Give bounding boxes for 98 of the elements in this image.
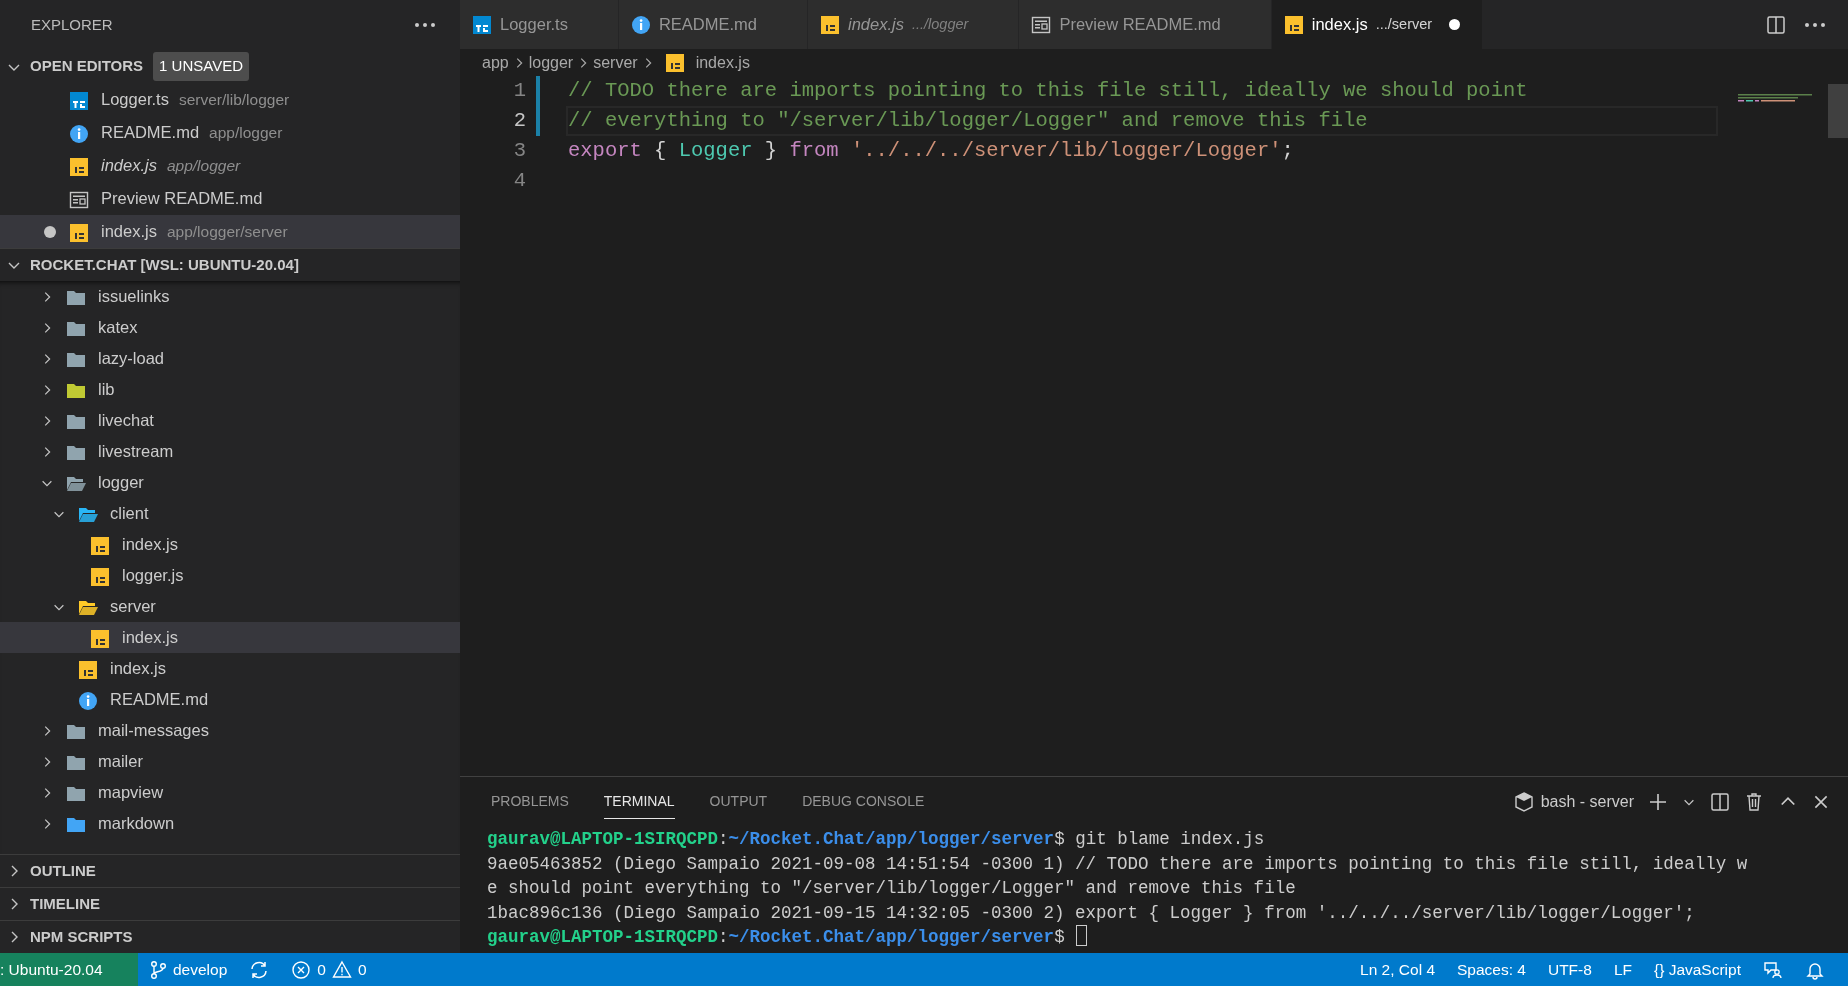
warning-icon bbox=[331, 959, 352, 980]
line-number: 3 bbox=[512, 138, 526, 164]
tree-item[interactable]: logger.js bbox=[0, 560, 460, 591]
branch-icon bbox=[149, 959, 167, 980]
tree-item[interactable]: markdown bbox=[0, 808, 460, 839]
tree-item[interactable]: lib bbox=[0, 374, 460, 405]
ts-file-icon bbox=[69, 90, 89, 111]
js-file-icon bbox=[90, 628, 110, 649]
line-number: 1 bbox=[512, 78, 526, 104]
code-line: // everything to "/server/lib/logger/Logger" and remove this file bbox=[568, 109, 1368, 132]
file-path: app/logger bbox=[209, 122, 283, 143]
ts-file-icon bbox=[472, 14, 492, 35]
feedback-icon[interactable] bbox=[1763, 959, 1783, 980]
breadcrumb-item[interactable]: logger bbox=[528, 50, 574, 75]
language-mode[interactable]: {} JavaScript bbox=[1642, 953, 1752, 986]
section-title[interactable]: OUTLINE bbox=[30, 859, 96, 883]
info-icon bbox=[630, 14, 651, 35]
terminal-line: 9ae05463852 (Diego Sampaio 2021-09-08 14:51:54 -0300 1) // TODO there are imports pointing to this file still, ideally w bbox=[487, 852, 1749, 876]
preview-icon bbox=[1031, 14, 1052, 35]
tree-item[interactable]: server bbox=[0, 591, 460, 622]
open-editor-item[interactable]: index.js app/logger/server bbox=[0, 215, 460, 248]
js-file-icon bbox=[1283, 14, 1304, 35]
problems-indicator[interactable]: 0 0 bbox=[280, 953, 378, 986]
section-title[interactable]: TIMELINE bbox=[30, 892, 100, 916]
tree-item[interactable]: issuelinks bbox=[0, 281, 460, 312]
editor-tab[interactable]: Logger.ts bbox=[460, 0, 619, 49]
status-item[interactable]: UTF-8 bbox=[1536, 953, 1603, 986]
tree-item[interactable]: katex bbox=[0, 312, 460, 343]
js-file-icon bbox=[664, 53, 685, 74]
editor-tab[interactable]: Preview README.md bbox=[1019, 0, 1272, 49]
section-title[interactable]: NPM SCRIPTS bbox=[30, 925, 133, 949]
error-icon bbox=[291, 959, 312, 980]
breadcrumb-item[interactable]: app bbox=[482, 50, 509, 75]
line-number: 4 bbox=[512, 168, 526, 194]
status-item[interactable]: Spaces: 4 bbox=[1446, 953, 1537, 986]
scrollbar-thumb[interactable] bbox=[1828, 84, 1848, 138]
tree-item[interactable]: livestream bbox=[0, 436, 460, 467]
js-file-icon bbox=[69, 222, 89, 243]
tree-item[interactable]: index.js bbox=[0, 653, 460, 684]
file-path: app/logger/server bbox=[166, 221, 288, 242]
open-editor-item[interactable]: Preview README.md bbox=[0, 182, 460, 215]
tree-item[interactable]: README.md bbox=[0, 684, 460, 715]
trash-icon[interactable] bbox=[1744, 792, 1764, 812]
js-file-icon bbox=[90, 566, 110, 587]
tree-item[interactable]: lazy-load bbox=[0, 343, 460, 374]
plus-icon[interactable] bbox=[1648, 792, 1668, 812]
js-file-icon bbox=[69, 156, 89, 177]
tree-item[interactable]: index.js bbox=[0, 622, 460, 653]
preview-icon bbox=[69, 189, 89, 210]
breadcrumb-item[interactable]: index.js bbox=[695, 50, 750, 75]
more-icon[interactable] bbox=[414, 22, 436, 28]
terminal-icon bbox=[1514, 792, 1533, 812]
open-editor-item[interactable]: README.md app/logger bbox=[0, 116, 460, 149]
js-file-icon bbox=[820, 14, 840, 35]
status-item[interactable]: Ln 2, Col 4 bbox=[1349, 953, 1446, 986]
panel-tab[interactable]: PROBLEMS bbox=[491, 785, 569, 819]
info-icon bbox=[69, 123, 89, 144]
open-editor-item[interactable]: Logger.ts server/lib/logger bbox=[0, 83, 460, 116]
panel-tab[interactable]: TERMINAL bbox=[603, 785, 675, 819]
more-icon[interactable] bbox=[1804, 21, 1826, 28]
remote-indicator[interactable]: : Ubuntu-20.04 bbox=[0, 953, 138, 986]
tree-item[interactable]: mail-messages bbox=[0, 715, 460, 746]
code-line: // TODO there are imports pointing to this file still, ideally we should point bbox=[568, 79, 1528, 102]
tree-item[interactable]: mailer bbox=[0, 746, 460, 777]
editor-tab[interactable]: index.js .../logger bbox=[808, 0, 1020, 49]
split-terminal-icon[interactable] bbox=[1710, 792, 1730, 812]
unsaved-count-badge: 1 UNSAVED bbox=[153, 52, 249, 81]
terminal-line: gaurav@LAPTOP-1SIRQCPD:~/Rocket.Chat/app/logger/server$ git blame index.js bbox=[487, 828, 1266, 851]
tree-item[interactable]: index.js bbox=[0, 529, 460, 560]
tree-item[interactable]: livechat bbox=[0, 405, 460, 436]
js-file-icon bbox=[90, 535, 110, 556]
panel-tab[interactable]: DEBUG CONSOLE bbox=[802, 785, 925, 819]
tree-item[interactable]: mapview bbox=[0, 777, 460, 808]
terminal-line: 1bac896c136 (Diego Sampaio 2021-09-15 14:32:05 -0300 2) export { Logger } from '../../../server/lib/logger/Logger'; bbox=[487, 901, 1696, 925]
file-path: app/logger bbox=[166, 155, 241, 176]
open-editor-item[interactable]: index.js app/logger bbox=[0, 149, 460, 182]
panel-tab[interactable]: OUTPUT bbox=[709, 785, 768, 819]
line-number: 2 bbox=[512, 108, 526, 134]
terminal-line: e should point everything to "/server/lib/logger/Logger" and remove this file bbox=[487, 877, 1297, 901]
terminal-selector[interactable]: bash - server bbox=[1514, 790, 1634, 814]
branch-indicator[interactable]: develop bbox=[138, 953, 239, 986]
file-path: server/lib/logger bbox=[178, 89, 290, 110]
editor-tab[interactable]: index.js .../server bbox=[1271, 0, 1484, 49]
js-file-icon bbox=[78, 659, 98, 680]
tree-item[interactable]: client bbox=[0, 498, 460, 529]
editor-tab[interactable]: README.md bbox=[618, 0, 808, 49]
breadcrumb-item[interactable]: server bbox=[593, 50, 638, 75]
sync-icon[interactable] bbox=[249, 959, 270, 980]
terminal-line: gaurav@LAPTOP-1SIRQCPD:~/Rocket.Chat/app/logger/server$ bbox=[487, 925, 1848, 950]
section-title[interactable]: OPEN EDITORS bbox=[30, 55, 144, 78]
explorer-title: EXPLORER bbox=[31, 14, 113, 35]
close-icon[interactable] bbox=[1812, 793, 1830, 811]
tree-item[interactable]: logger bbox=[0, 467, 460, 498]
info-icon bbox=[78, 690, 98, 711]
code-line: export { Logger } from '../../../server/lib/logger/Logger'; bbox=[568, 139, 1294, 162]
status-item[interactable]: LF bbox=[1602, 953, 1643, 986]
section-title[interactable]: ROCKET.CHAT [WSL: UBUNTU-20.04] bbox=[30, 253, 299, 277]
split-editor-icon[interactable] bbox=[1766, 14, 1786, 35]
